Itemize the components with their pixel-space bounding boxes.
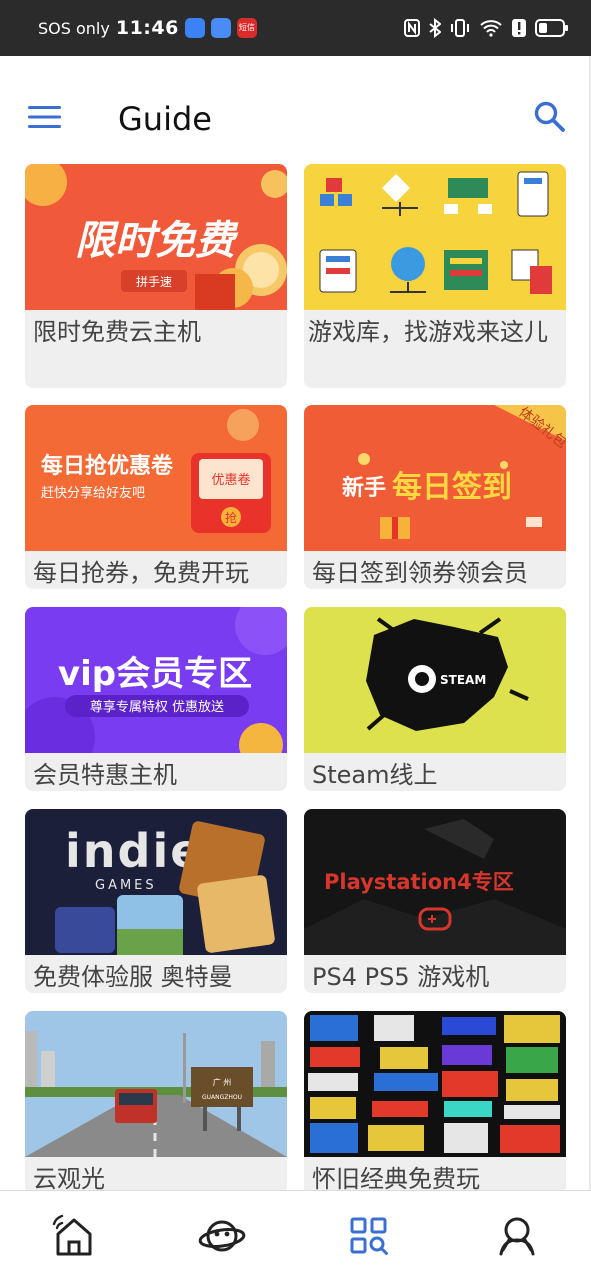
bottom-navigation (0, 1190, 591, 1280)
wifi-icon (480, 20, 502, 37)
card-daily-checkin[interactable]: 体验礼包 新手 每日签到 每日签到领券领会员 (304, 405, 566, 589)
card-banner-text: vip会员专区 (58, 654, 252, 694)
card-label: 云观光 (33, 1165, 105, 1190)
nav-profile[interactable] (443, 1191, 591, 1280)
sms-app-icon: 短信 (236, 18, 257, 38)
search-button[interactable] (533, 100, 567, 134)
card-grab-text: 抢 (225, 510, 237, 525)
card-ps-console[interactable]: Playstation4专区 PS4 PS5 游戏机 (304, 809, 566, 993)
card-thumbnail: 限时免费 拼手速 (25, 164, 287, 310)
card-banner-sub: 赶快分享给好友吧 (41, 485, 145, 501)
card-banner-sub: 尊享专属特权 优惠放送 (90, 699, 224, 715)
card-thumbnail (304, 1011, 566, 1157)
card-banner-text: 每日抢优惠卷 (41, 453, 174, 479)
card-free-trial-server[interactable]: indie GAMES 免费体验服 奥特曼 (25, 809, 287, 993)
card-free-cloud-host[interactable]: 限时免费 拼手速 限时免费云主机 (25, 164, 287, 388)
card-label: PS4 PS5 游戏机 (312, 963, 490, 991)
card-banner-text-a: 新手 (342, 475, 386, 501)
shield-app-icon (184, 18, 205, 38)
card-label: 游戏库，找游戏来这儿 (308, 318, 548, 346)
guide-grid: 限时免费 拼手速 限时免费云主机 游戏库，找游戏来这儿 每日抢优惠卷 赶快分享给… (25, 164, 566, 1190)
card-cloud-sightseeing[interactable]: 广 州 GUANGZHOU 云观光 (25, 1011, 287, 1190)
card-label: 每日抢券，免费开玩 (33, 559, 249, 587)
card-thumbnail: 每日抢优惠卷 赶快分享给好友吧 优惠卷 抢 (25, 405, 287, 551)
user-icon (499, 1217, 535, 1255)
card-banner-text: indie (65, 824, 203, 878)
app-header: Guide (0, 56, 591, 160)
card-banner-text: 限时免费 (75, 218, 239, 264)
card-vip-zone[interactable]: vip会员专区 尊享专属特权 优惠放送 会员特惠主机 (25, 607, 287, 791)
vibrate-icon (451, 19, 469, 37)
carrier-text: SOS only (38, 18, 110, 38)
clock-time: 11:46 (115, 17, 179, 39)
card-thumbnail: vip会员专区 尊享专属特权 优惠放送 (25, 607, 287, 753)
home-icon (52, 1214, 92, 1255)
search-icon (534, 101, 565, 132)
card-sign-text-b: GUANGZHOU (202, 1094, 242, 1101)
bluetooth-icon (429, 18, 441, 38)
card-thumbnail: 体验礼包 新手 每日签到 (304, 405, 566, 551)
menu-button[interactable] (28, 104, 62, 130)
nav-discover[interactable] (148, 1191, 296, 1280)
card-label: 会员特惠主机 (33, 761, 177, 789)
hamburger-menu-icon (28, 106, 61, 128)
nav-guide[interactable] (296, 1191, 444, 1280)
alert-icon (512, 19, 526, 37)
nav-home[interactable] (0, 1191, 148, 1280)
status-bar: SOS only 11:46 短信 (0, 0, 591, 56)
card-sign-text-a: 广 州 (213, 1077, 232, 1087)
grid-search-icon (350, 1217, 389, 1255)
card-banner-text: STEAM (440, 673, 486, 687)
page-title: Guide (118, 100, 212, 138)
card-banner-badge: 拼手速 (136, 275, 172, 289)
card-retro-classics[interactable]: 怀旧经典免费玩 (304, 1011, 566, 1190)
card-thumbnail: STEAM (304, 607, 566, 753)
card-banner-sub: GAMES (95, 878, 157, 893)
card-banner-text-b: 每日签到 (392, 470, 512, 505)
card-game-library[interactable]: 游戏库，找游戏来这儿 (304, 164, 566, 388)
card-label: 限时免费云主机 (33, 318, 201, 346)
card-banner-text: Playstation4专区 (324, 870, 514, 894)
card-label: Steam线上 (312, 761, 438, 789)
card-steam-online[interactable]: STEAM Steam线上 (304, 607, 566, 791)
nfc-icon (404, 19, 420, 37)
card-thumbnail: indie GAMES (25, 809, 287, 955)
card-label: 免费体验服 奥特曼 (33, 963, 233, 991)
card-thumbnail: 广 州 GUANGZHOU (25, 1011, 287, 1157)
card-coupon-text: 优惠卷 (211, 472, 250, 488)
mail-app-icon (210, 18, 231, 38)
card-thumbnail: Playstation4专区 (304, 809, 566, 955)
card-daily-coupon[interactable]: 每日抢优惠卷 赶快分享给好友吧 优惠卷 抢 每日抢券，免费开玩 (25, 405, 287, 589)
planet-icon (198, 1220, 245, 1251)
card-label: 每日签到领券领会员 (312, 559, 528, 587)
card-label: 怀旧经典免费玩 (312, 1165, 480, 1190)
card-thumbnail (304, 164, 566, 310)
battery-icon (535, 19, 568, 37)
